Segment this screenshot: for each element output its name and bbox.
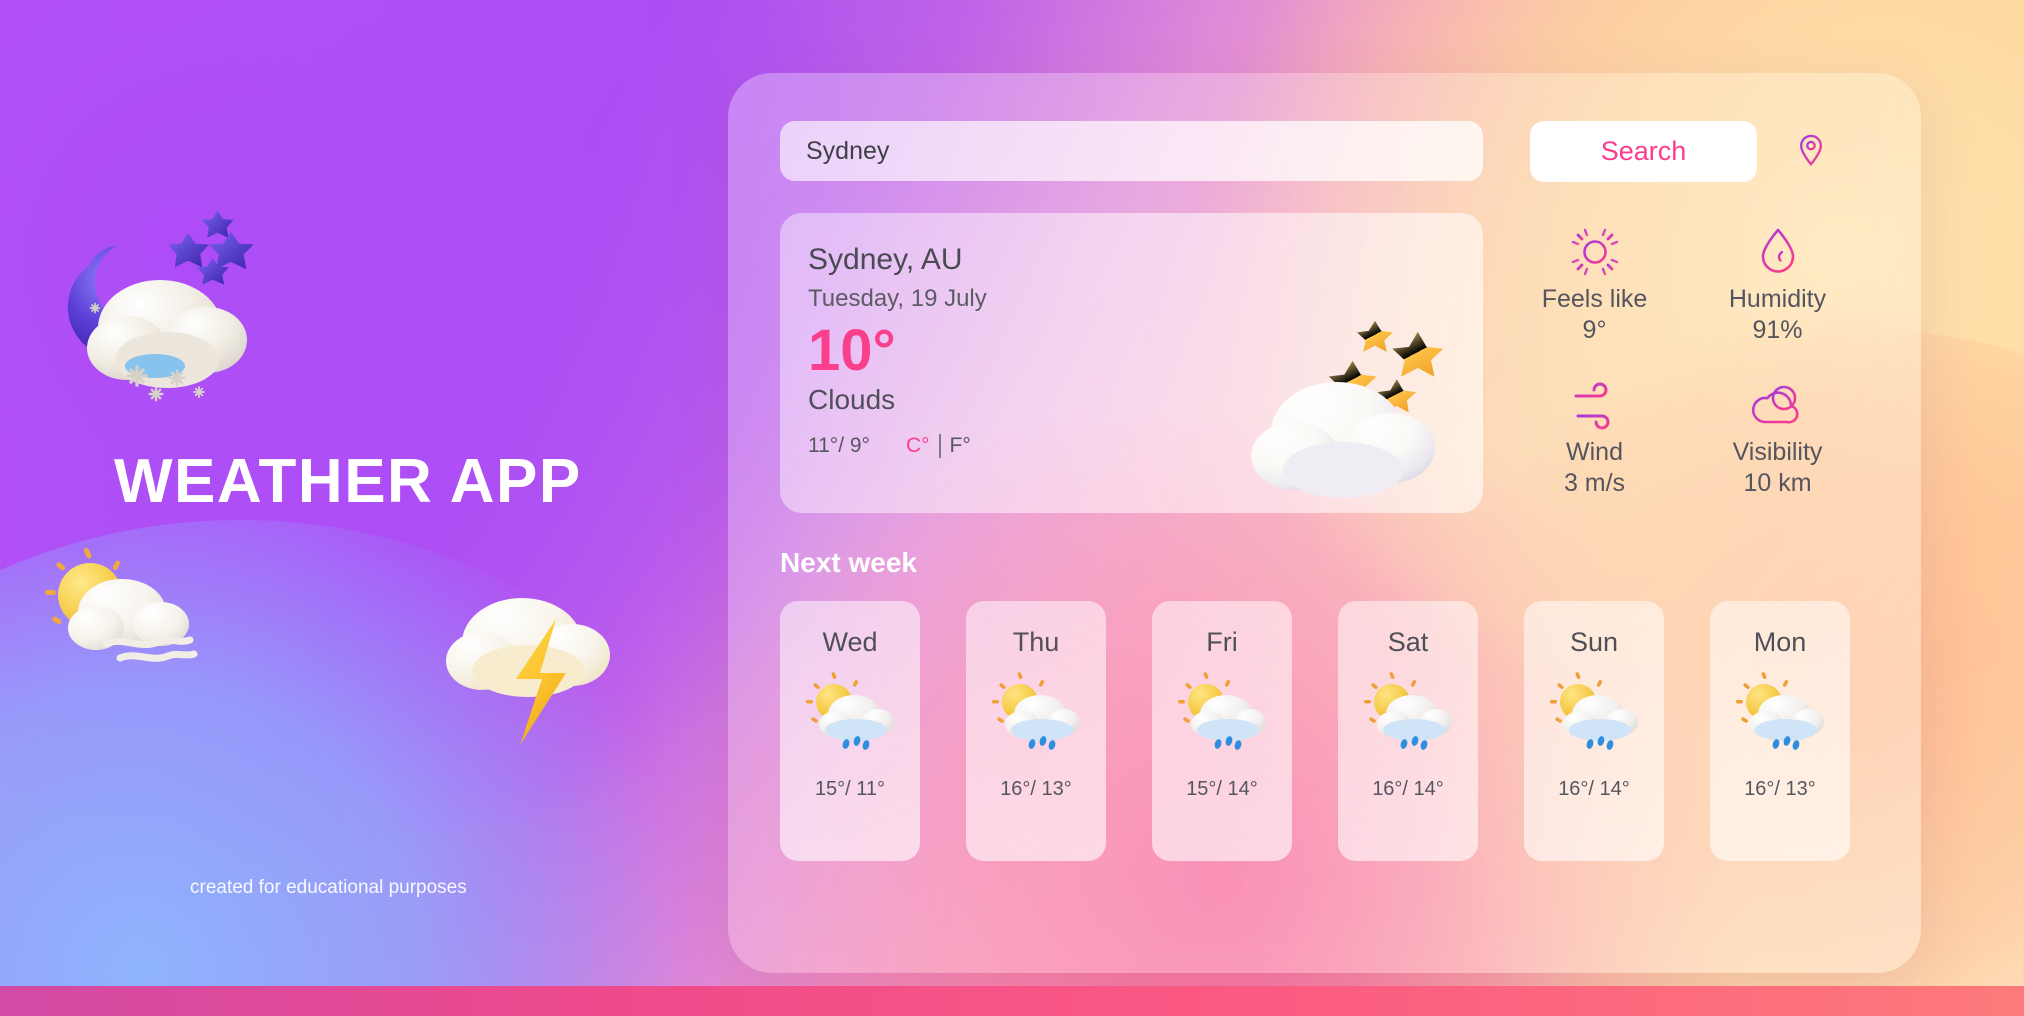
search-input[interactable]: [780, 121, 1483, 181]
forecast-temp: 16°/ 14°: [1558, 778, 1630, 800]
search-button[interactable]: Search: [1530, 120, 1757, 182]
unit-separator: [938, 433, 941, 458]
geolocation-button[interactable]: [1789, 128, 1833, 174]
forecast-temp: 16°/ 14°: [1372, 778, 1444, 800]
hero-panel: WEATHER APP created for educational purp…: [0, 0, 730, 1016]
forecast-card[interactable]: Thu 16°/ 13°: [966, 601, 1106, 861]
metric-label: Humidity: [1728, 285, 1827, 313]
forecast-row: Wed 15°/ 11° Thu 16°/ 13° Fri 15°/ 14° S…: [780, 601, 1869, 861]
metric-humidity: Humidity 91%: [1686, 225, 1869, 360]
forecast-day: Sat: [1387, 627, 1429, 657]
current-city: Sydney, AU: [808, 243, 963, 276]
forecast-card[interactable]: Wed 15°/ 11°: [780, 601, 920, 861]
wind-icon: [1568, 378, 1622, 432]
weather-panel: Search Sydney, AU Tuesday, 19 July 10°: [728, 73, 1921, 973]
location-pin-icon: [1796, 134, 1826, 169]
sun-rain-cloud-icon: [802, 670, 898, 756]
sun-cloud-fog-icon: [30, 540, 205, 680]
forecast-card[interactable]: Sat 16°/ 14°: [1338, 601, 1478, 861]
forecast-card[interactable]: Sun 16°/ 14°: [1524, 601, 1664, 861]
forecast-day: Fri: [1206, 627, 1238, 657]
metric-value: 3 m/s: [1563, 468, 1626, 497]
forecast-temp: 16°/ 13°: [1744, 778, 1816, 800]
metric-value: 10 km: [1743, 468, 1812, 497]
sun-rain-cloud-icon: [1732, 670, 1828, 756]
current-weather-row: Sydney, AU Tuesday, 19 July 10° Clouds 1…: [780, 213, 1869, 513]
metric-label: Wind: [1566, 438, 1623, 466]
metric-label: Feels like: [1541, 285, 1648, 313]
current-weather-card: Sydney, AU Tuesday, 19 July 10° Clouds 1…: [780, 213, 1483, 513]
temperature-range: 11°/ 9°: [808, 433, 870, 457]
metric-label: Visibility: [1732, 438, 1823, 466]
forecast-card[interactable]: Fri 15°/ 14°: [1152, 601, 1292, 861]
forecast-card[interactable]: Mon 16°/ 13°: [1710, 601, 1850, 861]
search-row: Search: [780, 120, 1869, 182]
forecast-day: Mon: [1753, 627, 1807, 657]
forecast-day: Sun: [1569, 627, 1619, 657]
sun-rain-cloud-icon: [1174, 670, 1270, 756]
metric-visibility: Visibility 10 km: [1686, 378, 1869, 513]
page-title: WEATHER APP: [114, 447, 582, 516]
cloud-with-stars-icon: [1233, 302, 1473, 513]
metric-value: 9°: [1582, 315, 1607, 344]
unit-celsius-button[interactable]: C°: [906, 434, 930, 458]
unit-toggle: C° F°: [906, 433, 971, 458]
footer-bar: [0, 986, 2024, 1016]
cloud-icon: [1751, 378, 1805, 432]
night-cloud-snow-icon: [55, 180, 285, 410]
forecast-temp: 16°/ 13°: [1000, 778, 1072, 800]
hero-caption: created for educational purposes: [190, 877, 467, 898]
unit-fahrenheit-button[interactable]: F°: [950, 434, 971, 458]
metric-wind: Wind 3 m/s: [1503, 378, 1686, 513]
forecast-day: Thu: [1012, 627, 1060, 657]
forecast-temp: 15°/ 11°: [814, 778, 886, 800]
sun-rain-cloud-icon: [1546, 670, 1642, 756]
metrics-grid: Feels like 9° Humidity 91% Wind 3 m/s Vi…: [1503, 213, 1869, 513]
sun-rain-cloud-icon: [988, 670, 1084, 756]
thunder-cloud-icon: [430, 575, 630, 775]
forecast-temp: 15°/ 14°: [1186, 778, 1258, 800]
metric-value: 91%: [1752, 315, 1803, 344]
sun-icon: [1568, 225, 1622, 279]
droplet-icon: [1751, 225, 1805, 279]
forecast-day: Wed: [822, 627, 878, 657]
next-week-heading: Next week: [780, 547, 917, 578]
sun-rain-cloud-icon: [1360, 670, 1456, 756]
metric-feels-like: Feels like 9°: [1503, 225, 1686, 360]
